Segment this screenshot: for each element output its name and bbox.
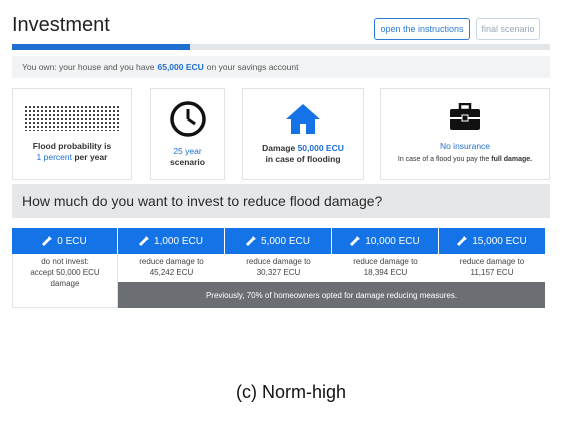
- invest-15000-button[interactable]: 15,000 ECU: [439, 228, 545, 254]
- savings-info: You own: your house and you have 65,000 …: [12, 56, 550, 78]
- invest-0-button[interactable]: 0 ECU: [12, 228, 118, 254]
- figure-caption: (c) Norm-high: [235, 382, 346, 402]
- insurance-desc-bold: full damage.: [491, 156, 533, 163]
- toolbox-icon: [450, 103, 480, 130]
- wrench-icon: [457, 236, 468, 246]
- investment-question: How much do you want to invest to reduce…: [12, 184, 550, 218]
- house-icon: [286, 104, 320, 134]
- option-label: 5,000 ECU: [261, 235, 310, 247]
- insurance-desc: In case of a flood you pay the: [397, 156, 490, 163]
- progress-fill: [12, 44, 190, 50]
- option-desc-line: 11,157 ECU: [470, 268, 514, 277]
- progress-bar: [12, 44, 550, 50]
- flood-prob-label: Flood probability is: [32, 141, 112, 151]
- investment-options: 0 ECU 1,000 ECU 5,000 ECU 10,000 ECU 15,…: [12, 228, 545, 308]
- damage-card: Damage 50,000 ECU in case of flooding: [242, 88, 364, 180]
- invest-5000-button[interactable]: 5,000 ECU: [225, 228, 332, 254]
- invest-1000-button[interactable]: 1,000 ECU: [118, 228, 225, 254]
- scenario-card: 25 year scenario: [150, 88, 225, 180]
- option-label: 0 ECU: [57, 235, 87, 247]
- final-scenario-button[interactable]: final scenario: [476, 18, 540, 40]
- option-label: 15,000 ECU: [472, 235, 527, 247]
- invest-10000-button[interactable]: 10,000 ECU: [332, 228, 439, 254]
- flood-prob-unit: per year: [74, 152, 108, 162]
- option-label: 1,000 ECU: [154, 235, 203, 247]
- scenario-label: scenario: [170, 157, 205, 167]
- flood-prob-value: 1 percent: [36, 152, 72, 162]
- flood-probability-card: Flood probability is 1 percent per year: [12, 88, 132, 180]
- norm-message: Previously, 70% of homeowners opted for …: [118, 282, 545, 308]
- option-desc-line: damage: [50, 279, 80, 288]
- probability-dots-icon: [24, 105, 120, 131]
- savings-amount: 65,000 ECU: [157, 62, 204, 72]
- option-desc-line: reduce damage to: [246, 257, 311, 266]
- wrench-icon: [350, 236, 361, 246]
- page-title: Investment: [12, 14, 110, 36]
- option-2-desc: reduce damage to 30,327 ECU: [225, 256, 332, 278]
- savings-suffix: on your savings account: [206, 62, 299, 72]
- option-desc-line: reduce damage to: [353, 257, 418, 266]
- option-desc-line: reduce damage to: [139, 257, 204, 266]
- option-desc-line: reduce damage to: [459, 257, 525, 266]
- scenario-years: 25 year: [173, 146, 202, 156]
- clock-icon: [169, 101, 206, 137]
- insurance-card: No insurance In case of a flood you pay …: [380, 88, 550, 180]
- wrench-icon: [42, 236, 53, 246]
- option-desc-line: 18,394 ECU: [363, 268, 408, 277]
- damage-condition: in case of flooding: [265, 154, 341, 164]
- option-desc-line: 45,242 ECU: [149, 268, 194, 277]
- option-0-desc: do not invest: accept 50,000 ECU damage: [12, 256, 118, 289]
- damage-amount: 50,000 ECU: [297, 143, 344, 153]
- open-instructions-button[interactable]: open the instructions: [374, 18, 470, 40]
- wrench-icon: [139, 236, 150, 246]
- option-label: 10,000 ECU: [365, 235, 420, 247]
- option-4-desc: reduce damage to 11,157 ECU: [439, 256, 545, 278]
- option-desc-line: 30,327 ECU: [256, 268, 301, 277]
- damage-prefix: Damage: [262, 143, 296, 153]
- option-1-desc: reduce damage to 45,242 ECU: [118, 256, 225, 278]
- wrench-icon: [246, 236, 257, 246]
- option-3-desc: reduce damage to 18,394 ECU: [332, 256, 439, 278]
- savings-prefix: You own: your house and you have: [22, 62, 155, 72]
- option-desc-line: do not invest:: [41, 257, 89, 266]
- insurance-title: No insurance: [439, 141, 491, 151]
- option-desc-line: accept 50,000 ECU: [30, 268, 100, 277]
